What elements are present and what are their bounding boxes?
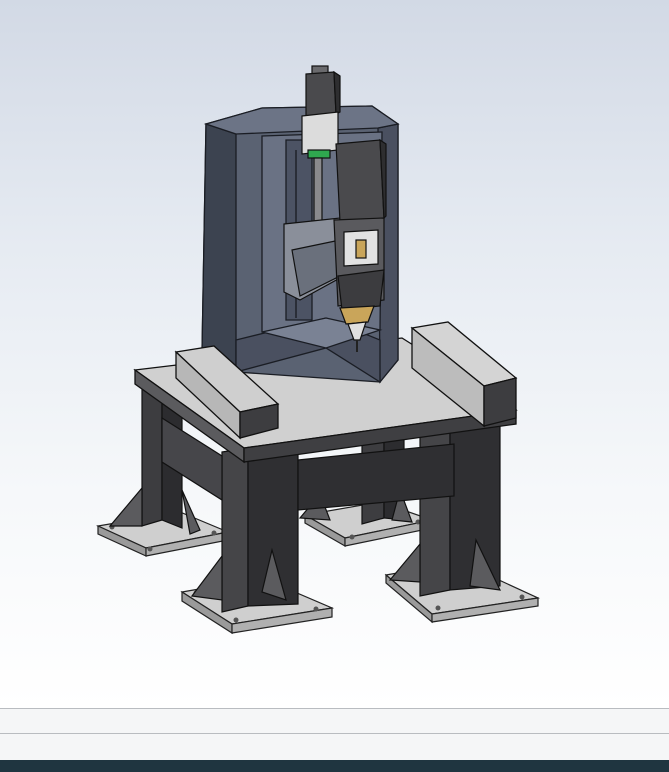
status-bar [0, 760, 669, 772]
cnc-machine-model[interactable] [0, 0, 669, 708]
command-bar [0, 733, 669, 760]
graphics-viewport[interactable] [0, 0, 669, 708]
feature-tree-bar [0, 708, 669, 733]
